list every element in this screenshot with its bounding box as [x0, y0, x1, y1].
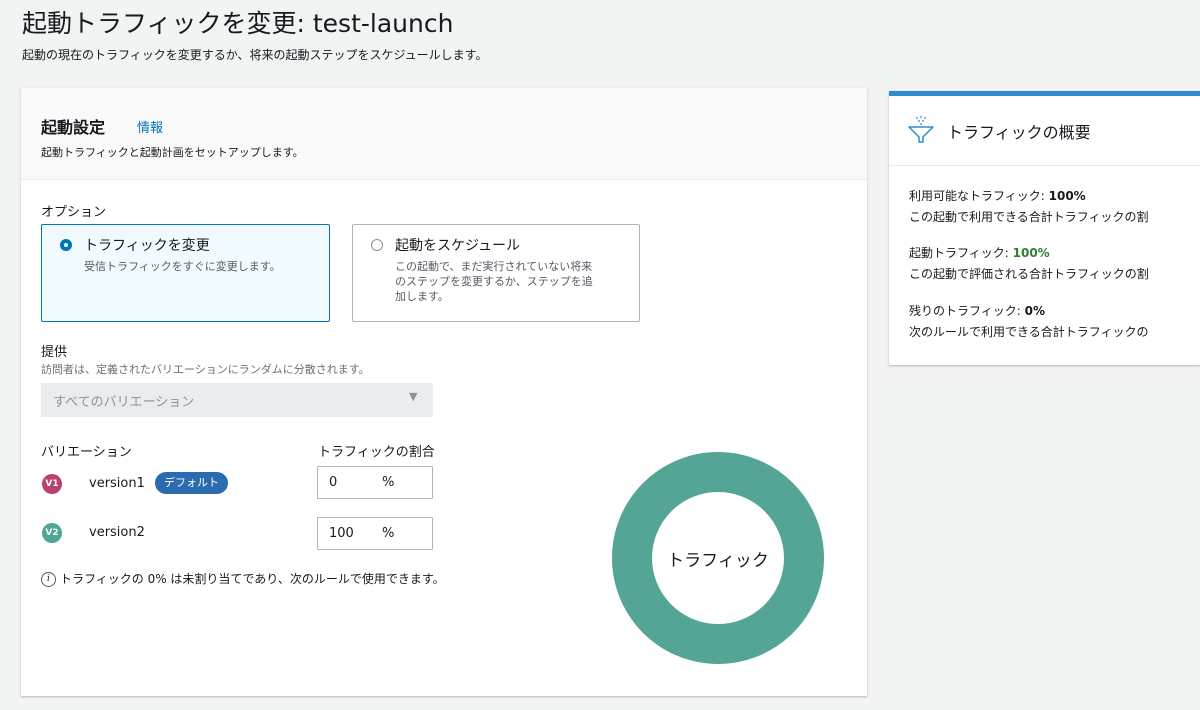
options-label: オプション: [41, 205, 107, 220]
info-icon: i: [41, 572, 56, 587]
stat-label-text: 利用可能なトラフィック:: [909, 189, 1049, 203]
section-description: 起動トラフィックと起動計画をセットアップします。: [41, 146, 304, 159]
option-description: この起動で、まだ実行されていない将来 のステップを変更するか、ステップを追 加し…: [395, 259, 593, 304]
variation-name-version1: version1: [89, 476, 145, 491]
option-title: トラフィックを変更: [84, 238, 210, 254]
option-description-line: この起動で、まだ実行されていない将来: [395, 260, 593, 273]
traffic-input-version2[interactable]: 100 %: [317, 517, 433, 550]
available-traffic-value: 100%: [1048, 189, 1086, 203]
select-value: すべてのバリエーション: [53, 395, 195, 410]
caret-down-icon: ▼: [409, 390, 418, 403]
option-schedule-launch[interactable]: 起動をスケジュール この起動で、まだ実行されていない将来 のステップを変更するか…: [352, 224, 640, 322]
section-title: 起動設定: [41, 118, 106, 137]
traffic-summary-panel: トラフィックの概要 利用可能なトラフィック: 100% この起動で利用できる合計…: [889, 91, 1200, 365]
available-traffic-description: この起動で利用できる合計トラフィックの割: [909, 210, 1149, 224]
page-subtitle: 起動の現在のトラフィックを変更するか、将来の起動ステップをスケジュールします。: [22, 48, 488, 62]
traffic-summary-title: トラフィックの概要: [947, 123, 1091, 142]
provide-description: 訪問者は、定義されたバリエーションにランダムに分散されます。: [41, 363, 370, 376]
info-note-text: トラフィックの 0% は未割り当てであり、次のルールで使用できます。: [60, 572, 445, 586]
option-title: 起動をスケジュール: [395, 238, 521, 254]
launch-settings-panel: 起動設定 情報 起動トラフィックと起動計画をセットアップします。 オプション ト…: [21, 88, 867, 696]
remaining-traffic-label: 残りのトラフィック: 0%: [909, 302, 1045, 319]
traffic-value: 100: [329, 526, 354, 541]
launch-traffic-label: 起動トラフィック: 100%: [909, 244, 1050, 261]
launch-traffic-description: この起動で評価される合計トラフィックの割: [909, 267, 1149, 281]
stat-label-text: 残りのトラフィック:: [909, 304, 1025, 318]
variation-badge-v1: V1: [42, 474, 62, 494]
funnel-icon: [908, 116, 934, 143]
percent-unit: %: [382, 526, 395, 541]
traffic-value: 0: [329, 475, 338, 490]
remaining-traffic-value: 0%: [1024, 304, 1045, 318]
available-traffic-label: 利用可能なトラフィック: 100%: [909, 187, 1086, 204]
traffic-share-header: トラフィックの割合: [318, 445, 435, 460]
percent-unit: %: [382, 475, 395, 490]
option-description-line: 加します。: [395, 290, 449, 303]
radio-unselected-icon[interactable]: [371, 239, 383, 251]
variation-badge-v2: V2: [42, 523, 62, 543]
info-link[interactable]: 情報: [137, 117, 163, 136]
traffic-summary-header: トラフィックの概要: [889, 96, 1200, 166]
page-title: 起動トラフィックを変更: test-launch: [22, 9, 454, 38]
option-description: 受信トラフィックをすぐに変更します。: [84, 260, 281, 273]
remaining-traffic-description: 次のルールで利用できる合計トラフィックの: [909, 325, 1149, 339]
option-change-traffic[interactable]: トラフィックを変更 受信トラフィックをすぐに変更します。: [41, 224, 330, 322]
provide-label: 提供: [41, 345, 68, 360]
variation-select[interactable]: すべてのバリエーション ▼: [41, 383, 433, 417]
launch-traffic-value: 100%: [1012, 246, 1050, 260]
stat-label-text: 起動トラフィック:: [909, 246, 1013, 260]
variations-header: バリエーション: [41, 445, 132, 460]
launch-settings-header: 起動設定 情報 起動トラフィックと起動計画をセットアップします。: [21, 88, 867, 180]
donut-center-label: トラフィック: [667, 551, 769, 571]
unassigned-traffic-note: i トラフィックの 0% は未割り当てであり、次のルールで使用できます。: [41, 570, 445, 587]
default-badge: デフォルト: [155, 472, 228, 494]
traffic-input-version1[interactable]: 0 %: [317, 466, 433, 499]
radio-selected-icon[interactable]: [60, 239, 72, 251]
option-description-line: のステップを変更するか、ステップを追: [395, 275, 593, 288]
variation-name-version2: version2: [89, 525, 145, 540]
